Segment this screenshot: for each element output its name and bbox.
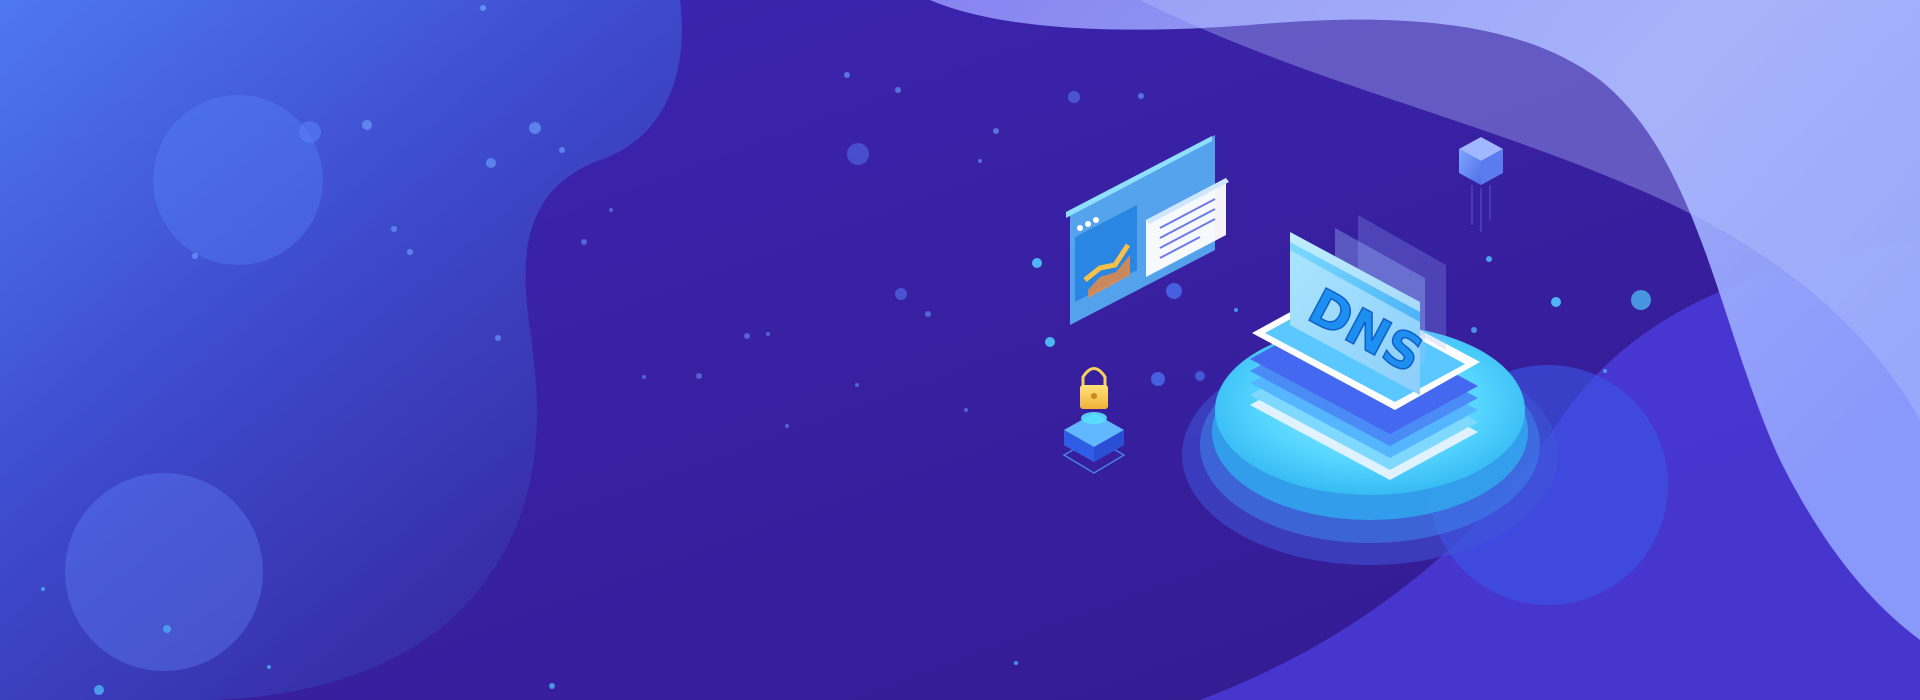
background-circle (153, 95, 323, 265)
background-circle (65, 473, 263, 671)
banner-illustration: DNS (0, 0, 1920, 700)
hero-banner: DNS (0, 0, 1920, 700)
